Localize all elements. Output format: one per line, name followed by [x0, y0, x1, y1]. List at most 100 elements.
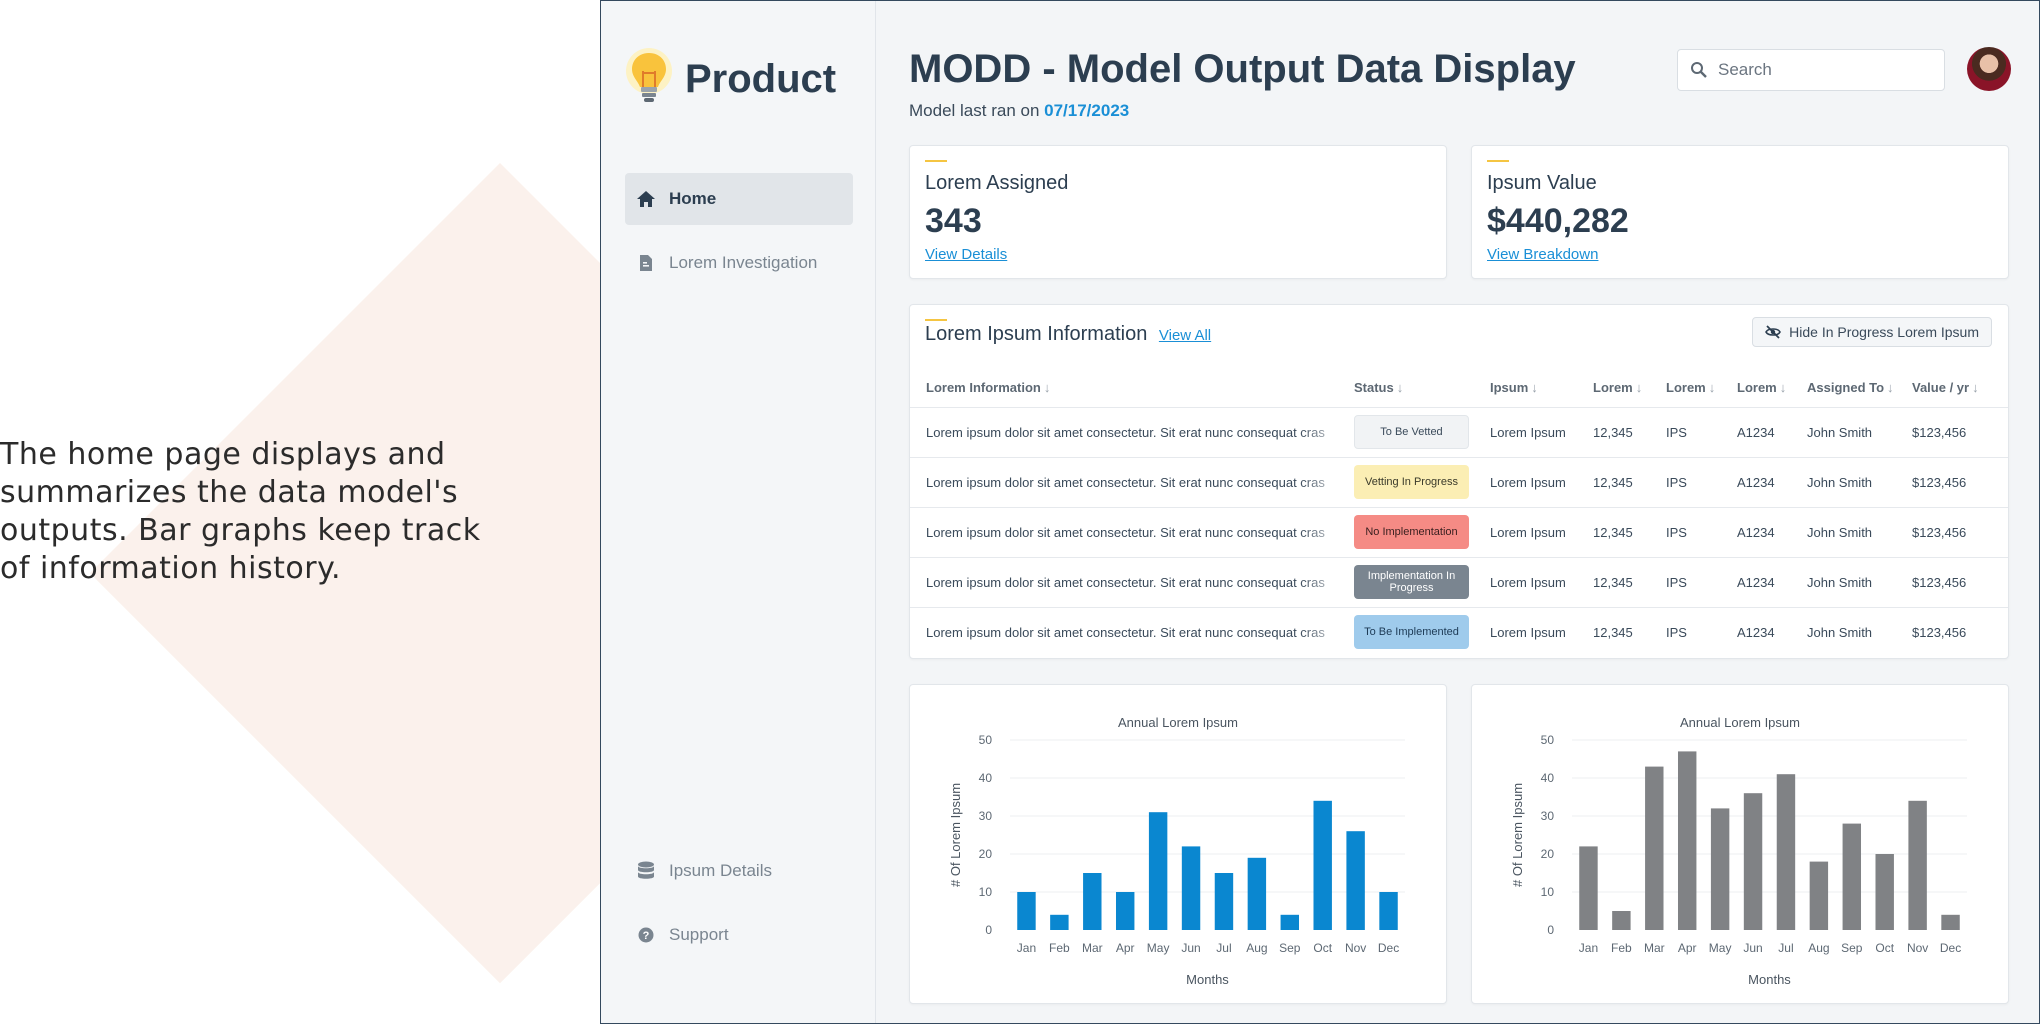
status-badge: No Implementation: [1354, 515, 1469, 549]
bar: [1776, 774, 1796, 930]
column-header-label: Lorem Information: [926, 380, 1041, 396]
brand-name: Product: [685, 56, 837, 101]
app-window: Product Home Lorem Investigation Ipsum D…: [600, 0, 2040, 1024]
table-header-row: Lorem Information ↓ Status ↓ Ipsum ↓ Lorem ↓ Lor…: [910, 369, 2008, 407]
lorem-code-cell: IPS: [1664, 606, 1735, 657]
column-header[interactable]: Ipsum ↓: [1488, 369, 1591, 407]
kpi-card-ipsum-value: Ipsum Value $440,282 View Breakdown: [1471, 145, 2009, 279]
table-row[interactable]: Lorem ipsum dolor sit amet consectetur. …: [910, 606, 2008, 657]
assigned-to-cell: John Smith: [1805, 406, 1910, 457]
hide-in-progress-button[interactable]: Hide In Progress Lorem Ipsum: [1752, 317, 1992, 347]
ipsum-cell: Lorem Ipsum: [1488, 556, 1591, 607]
column-header[interactable]: Lorem Information ↓: [910, 369, 1352, 407]
lorem-number-cell: 12,345: [1591, 606, 1664, 657]
lorem-number-cell: 12,345: [1591, 506, 1664, 557]
status-cell: Implementation In Progress: [1352, 556, 1488, 607]
x-tick-label: Nov: [1907, 941, 1928, 955]
column-header-label: Lorem: [1666, 380, 1706, 396]
x-axis-label: Months: [1186, 972, 1229, 987]
search-input[interactable]: [1718, 60, 1918, 80]
bar: [1842, 823, 1862, 930]
y-tick-label: 0: [1547, 923, 1554, 937]
y-tick-label: 30: [979, 809, 993, 823]
bar: [1247, 857, 1267, 930]
document-icon: [635, 252, 657, 274]
x-tick-label: Mar: [1644, 941, 1665, 955]
kpi-card-lorem-assigned: Lorem Assigned 343 View Details: [909, 145, 1447, 279]
column-header[interactable]: Assigned To ↓: [1805, 369, 1910, 407]
column-header-label: Value / yr: [1912, 380, 1970, 396]
y-tick-label: 0: [985, 923, 992, 937]
status-badge: Vetting In Progress: [1354, 465, 1469, 499]
sidebar-item-investigation[interactable]: Lorem Investigation: [625, 237, 853, 289]
column-header[interactable]: Status ↓: [1352, 369, 1488, 407]
status-badge: Implementation In Progress: [1354, 565, 1469, 599]
lorem-number-cell: 12,345: [1591, 456, 1664, 507]
column-header-label: Status: [1354, 380, 1394, 396]
lorem-code-cell: IPS: [1664, 506, 1735, 557]
hide-button-label: Hide In Progress Lorem Ipsum: [1789, 324, 1979, 340]
view-breakdown-link[interactable]: View Breakdown: [1487, 246, 1598, 263]
value-cell: $123,456: [1910, 456, 2008, 507]
x-tick-label: Oct: [1313, 941, 1332, 955]
y-tick-label: 50: [979, 733, 993, 747]
card-accent: [1487, 160, 1509, 162]
row-info-cell: Lorem ipsum dolor sit amet consectetur. …: [910, 606, 1352, 657]
column-header[interactable]: Lorem ↓: [1591, 369, 1664, 407]
lorem-id-cell: A1234: [1735, 556, 1805, 607]
avatar[interactable]: [1967, 47, 2011, 91]
x-tick-label: Jul: [1778, 941, 1793, 955]
sidebar-item-ipsum-details[interactable]: Ipsum Details: [625, 845, 853, 897]
x-tick-label: Dec: [1940, 941, 1961, 955]
x-tick-label: Oct: [1875, 941, 1894, 955]
view-all-link[interactable]: View All: [1159, 327, 1211, 344]
column-header[interactable]: Value / yr ↓: [1910, 369, 2008, 407]
bar: [1379, 892, 1398, 930]
lorem-id-cell: A1234: [1735, 606, 1805, 657]
card-accent: [925, 160, 947, 162]
value-cell: $123,456: [1910, 406, 2008, 457]
lightbulb-icon: [626, 48, 672, 102]
row-info-cell: Lorem ipsum dolor sit amet consectetur. …: [910, 556, 1352, 607]
sidebar-item-support[interactable]: ? Support: [625, 909, 853, 961]
ipsum-cell: Lorem Ipsum: [1488, 406, 1591, 457]
lorem-code-cell: IPS: [1664, 406, 1735, 457]
x-tick-label: Nov: [1345, 941, 1366, 955]
row-info-cell: Lorem ipsum dolor sit amet consectetur. …: [910, 406, 1352, 457]
status-cell: To Be Implemented: [1352, 606, 1488, 657]
y-tick-label: 10: [979, 885, 993, 899]
status-cell: To Be Vetted: [1352, 406, 1488, 457]
table-row[interactable]: Lorem ipsum dolor sit amet consectetur. …: [910, 456, 2008, 507]
status-cell: No Implementation: [1352, 506, 1488, 557]
x-tick-label: Jun: [1181, 941, 1200, 955]
bar: [1017, 892, 1036, 930]
table-row[interactable]: Lorem ipsum dolor sit amet consectetur. …: [910, 506, 2008, 557]
value-cell: $123,456: [1910, 556, 2008, 607]
kpi-title: Ipsum Value: [1487, 172, 1597, 194]
status-badge: To Be Vetted: [1354, 415, 1469, 449]
y-tick-label: 50: [1541, 733, 1555, 747]
bar: [1280, 914, 1300, 930]
column-header-label: Assigned To: [1807, 380, 1885, 396]
last-run-date: 07/17/2023: [1044, 101, 1130, 120]
sidebar-item-home[interactable]: Home: [625, 173, 853, 225]
caption-text: The home page displays and summarizes th…: [0, 437, 481, 586]
lorem-code-cell: IPS: [1664, 456, 1735, 507]
x-tick-label: Aug: [1246, 941, 1267, 955]
last-run-text: Model last ran on 07/17/2023: [909, 101, 1129, 121]
last-run-label: Model last ran on: [909, 101, 1045, 120]
row-info-cell: Lorem ipsum dolor sit amet consectetur. …: [910, 456, 1352, 507]
search-box[interactable]: [1677, 49, 1945, 91]
sort-arrow-icon: ↓: [1887, 380, 1894, 396]
x-tick-label: Jan: [1017, 941, 1036, 955]
bar: [1181, 846, 1201, 930]
column-header[interactable]: Lorem ↓: [1664, 369, 1735, 407]
brand-logo[interactable]: Product: [623, 47, 836, 111]
table-row[interactable]: Lorem ipsum dolor sit amet consectetur. …: [910, 406, 2008, 457]
view-details-link[interactable]: View Details: [925, 246, 1007, 263]
info-table-card: Lorem Ipsum Information View All Hide In…: [909, 304, 2009, 659]
table-row[interactable]: Lorem ipsum dolor sit amet consectetur. …: [910, 556, 2008, 607]
column-header[interactable]: Lorem ↓: [1735, 369, 1805, 407]
x-tick-label: Dec: [1378, 941, 1399, 955]
sidebar-item-label: Support: [669, 925, 729, 944]
